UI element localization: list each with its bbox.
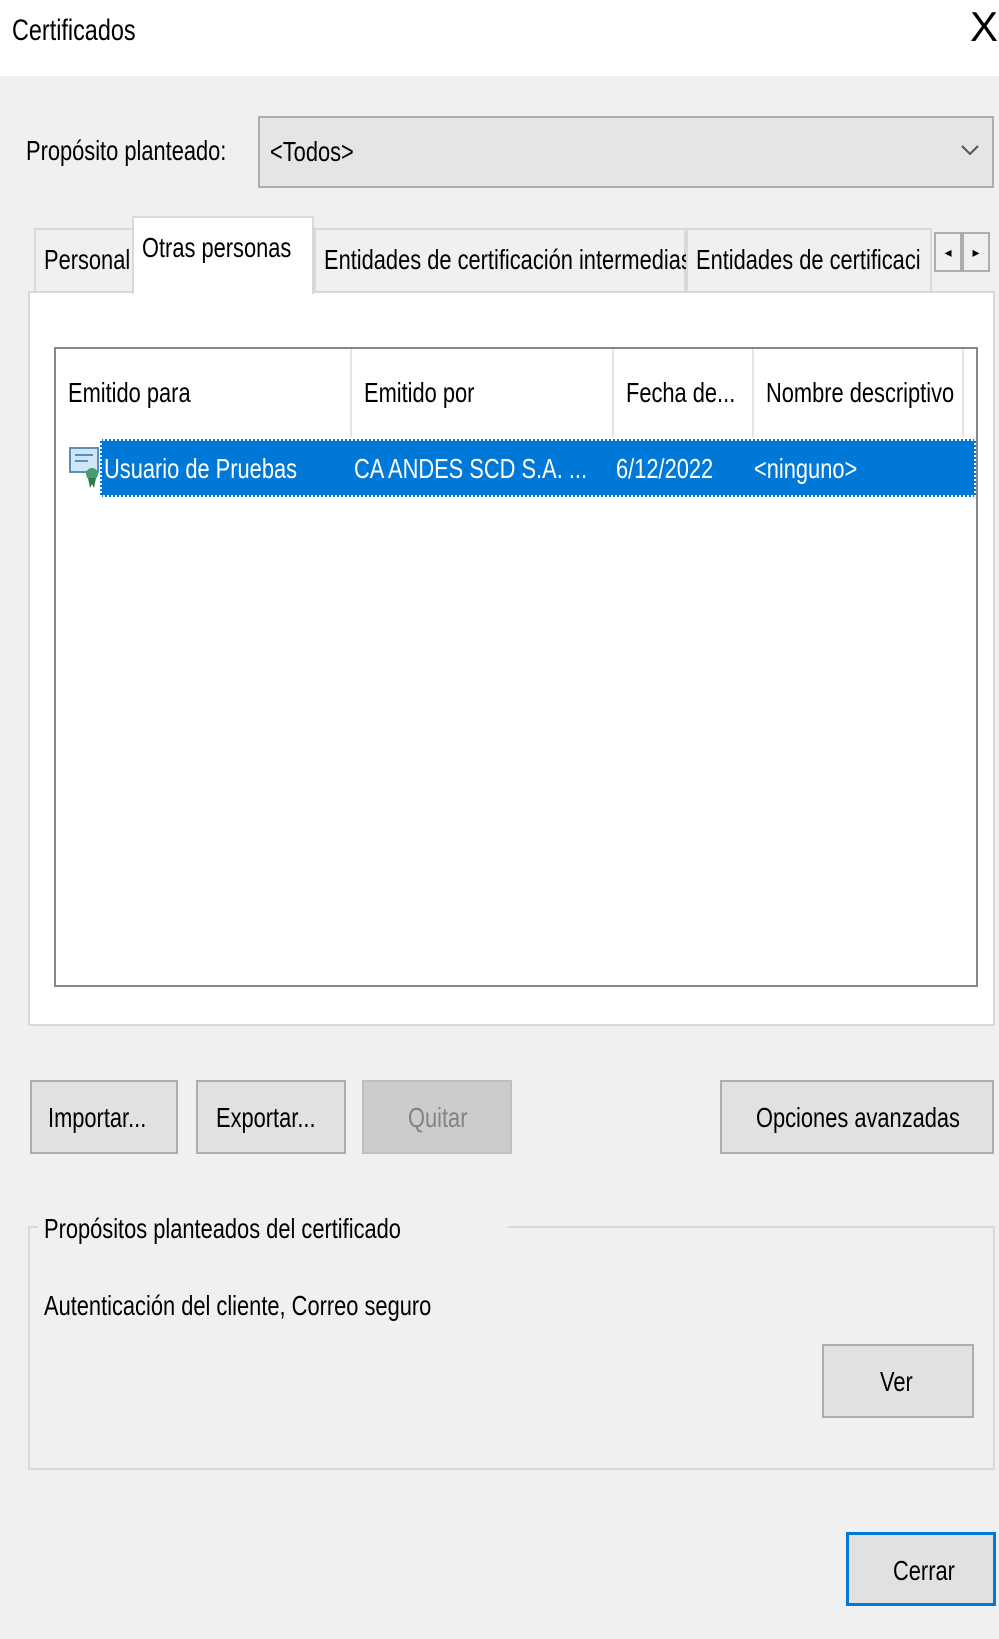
- group-title-container: Propósitos planteados del certificado: [38, 1205, 508, 1249]
- column-header-label: Fecha de...: [626, 377, 736, 408]
- tab-otras-personas[interactable]: Otras personas: [132, 216, 314, 294]
- column-header-label: Emitido para: [68, 377, 191, 408]
- remove-button[interactable]: Quitar: [362, 1080, 512, 1154]
- cell-issued-by: CA ANDES SCD S.A. ...: [354, 453, 588, 484]
- tab-entidades-intermedias[interactable]: Entidades de certificación intermedias: [314, 228, 692, 292]
- button-label: Exportar...: [216, 1102, 316, 1133]
- button-label: Ver: [880, 1366, 913, 1397]
- button-label: Importar...: [48, 1102, 147, 1133]
- purpose-value: <Todos>: [270, 136, 354, 167]
- import-button[interactable]: Importar...: [30, 1080, 178, 1154]
- view-button[interactable]: Ver: [822, 1344, 974, 1418]
- window-title: Certificados: [12, 14, 136, 47]
- tab-label: Otras personas: [142, 232, 292, 263]
- cell-friendly-name: <ninguno>: [754, 453, 858, 484]
- tab-scroll-left-icon[interactable]: ◂: [934, 232, 962, 272]
- button-label: Cerrar: [893, 1555, 955, 1586]
- cell-date: 6/12/2022: [616, 453, 714, 484]
- tab-panel: Emitido para Emitido por Fecha de... Nom…: [28, 291, 995, 1026]
- certificate-icon: [69, 447, 99, 488]
- button-label: Opciones avanzadas: [756, 1102, 960, 1133]
- tab-label: Personal: [44, 244, 131, 275]
- column-header-date[interactable]: Fecha de...: [614, 349, 754, 437]
- purposes-value: Autenticación del cliente, Correo seguro: [44, 1290, 432, 1321]
- cell-issued-to: Usuario de Pruebas: [104, 453, 298, 484]
- table-row[interactable]: Usuario de Pruebas CA ANDES SCD S.A. ...…: [100, 439, 976, 497]
- column-header-issued-to[interactable]: Emitido para: [56, 349, 352, 437]
- title-bar: Certificados X: [0, 0, 999, 76]
- export-button[interactable]: Exportar...: [196, 1080, 346, 1154]
- column-header-issued-by[interactable]: Emitido por: [352, 349, 614, 437]
- column-header-friendly-name[interactable]: Nombre descriptivo: [754, 349, 964, 437]
- purpose-label: Propósito planteado:: [26, 135, 227, 166]
- column-header-label: Nombre descriptivo: [766, 377, 955, 408]
- tab-label: Entidades de certificaci: [696, 244, 921, 275]
- button-label: Quitar: [408, 1102, 468, 1133]
- purpose-combobox[interactable]: <Todos>: [258, 116, 994, 188]
- close-icon[interactable]: X: [970, 6, 998, 48]
- column-header-label: Emitido por: [364, 377, 475, 408]
- tab-personal[interactable]: Personal: [34, 228, 134, 292]
- tab-label: Entidades de certificación intermedias: [324, 244, 692, 275]
- certificate-list[interactable]: Emitido para Emitido por Fecha de... Nom…: [54, 347, 978, 987]
- chevron-down-icon: [961, 145, 979, 156]
- tab-entidades-raiz[interactable]: Entidades de certificaci: [686, 228, 932, 292]
- group-title: Propósitos planteados del certificado: [44, 1213, 401, 1244]
- close-button[interactable]: Cerrar: [846, 1532, 996, 1606]
- tab-scroll-right-icon[interactable]: ▸: [962, 232, 990, 272]
- advanced-options-button[interactable]: Opciones avanzadas: [720, 1080, 994, 1154]
